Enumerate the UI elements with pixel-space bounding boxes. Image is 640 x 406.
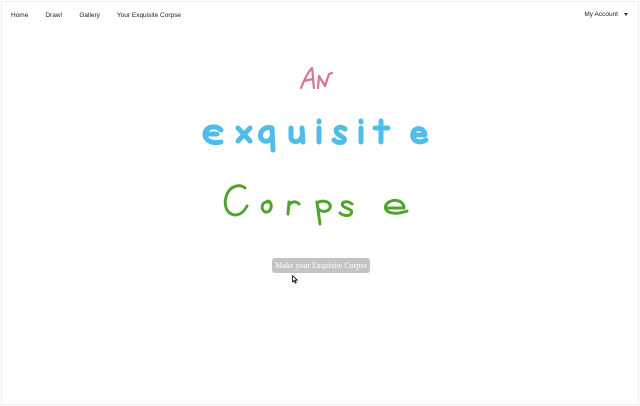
hero-title (202, 66, 429, 226)
hero-title-line-an (299, 66, 334, 90)
hero-title-line-exquisite (202, 118, 429, 153)
make-corpse-button[interactable]: Make your Exquisite Corpse (272, 258, 370, 273)
hero-title-line-corpse (223, 184, 409, 226)
mouse-pointer-icon (292, 275, 298, 284)
page: Home Draw! Gallery Your Exquisite Corpse… (1, 1, 639, 405)
